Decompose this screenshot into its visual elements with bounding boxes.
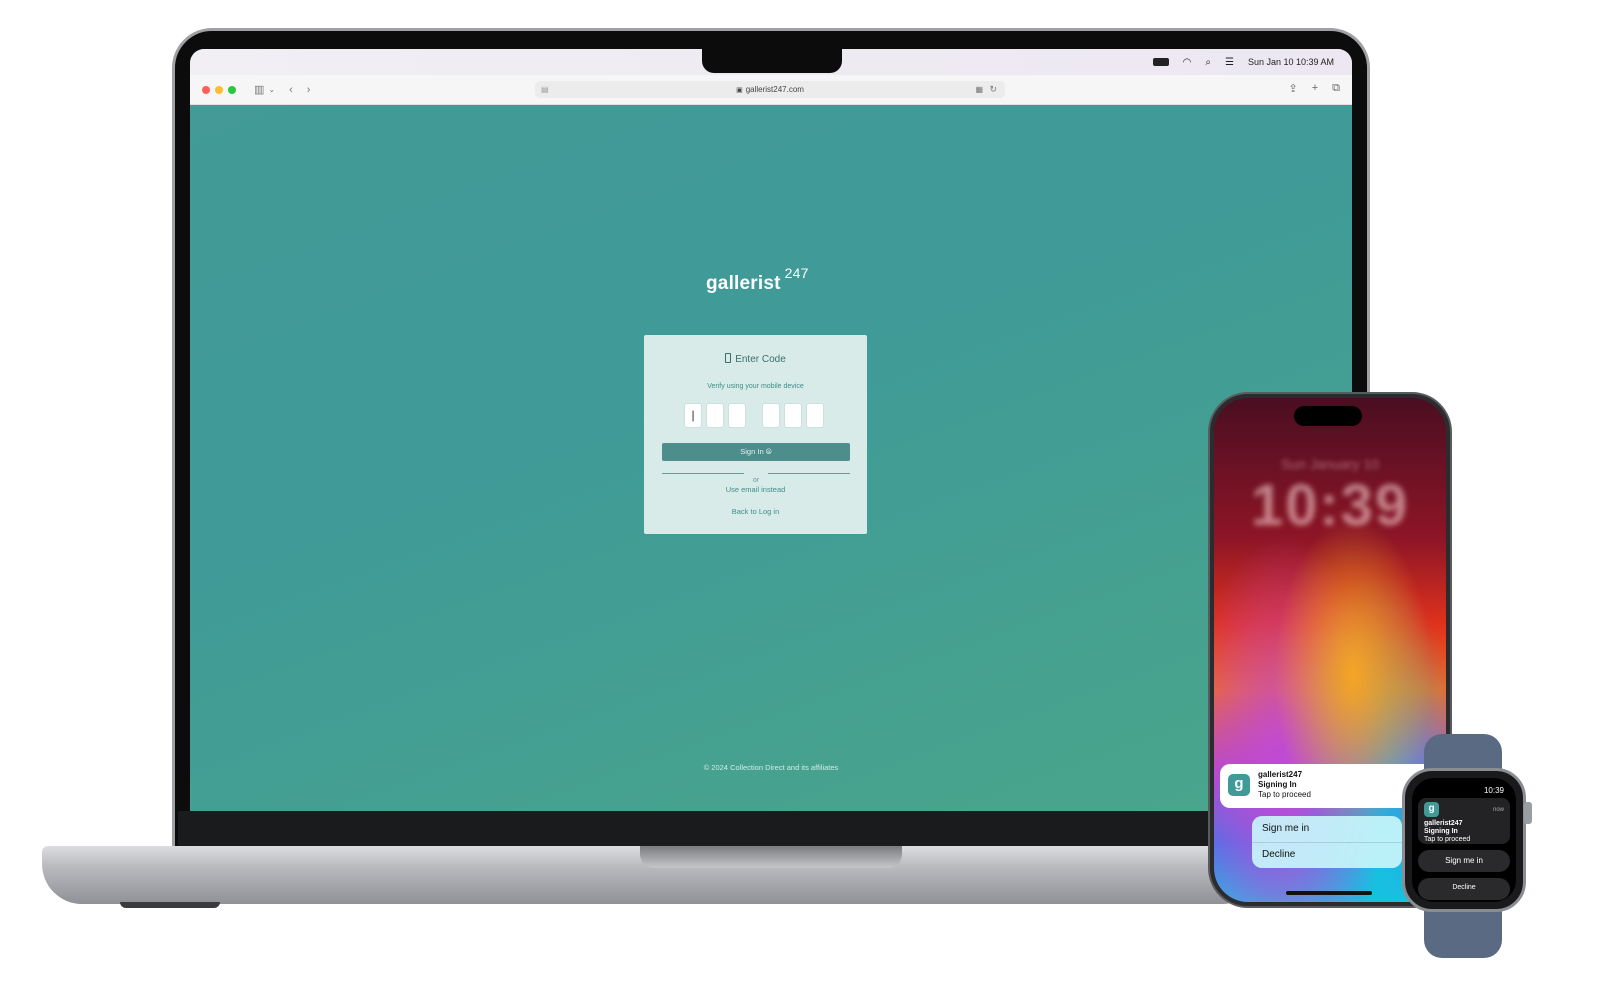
maximize-window-button[interactable]: [228, 85, 236, 94]
code-digit-5[interactable]: [784, 403, 802, 428]
fingerprint-icon: ⦾: [765, 447, 772, 456]
minimize-window-button[interactable]: [215, 85, 223, 94]
sidebar-icon[interactable]: ▥: [254, 83, 264, 96]
close-window-button[interactable]: [202, 85, 210, 94]
notification-body: Tap to proceed: [1258, 790, 1311, 799]
gallerist-app-icon: g: [1228, 774, 1250, 796]
watch-notification-title: Signing In: [1424, 828, 1458, 835]
watch-app-name: gallerist247: [1424, 820, 1463, 827]
code-digit-2[interactable]: [706, 403, 724, 428]
brand-name: gallerist: [706, 273, 781, 294]
laptop-screen: ◠ ⌕ ☰ Sun Jan 10 10:39 AM ▥ ⌄ ‹ › ▤ ▣ ga…: [190, 49, 1352, 811]
address-url: gallerist247.com: [745, 85, 804, 94]
back-to-login-link[interactable]: Back to Log in: [644, 507, 867, 516]
sign-in-button[interactable]: Sign In ⦾: [662, 443, 850, 461]
back-icon[interactable]: ‹: [289, 84, 293, 96]
code-digit-3[interactable]: [728, 403, 746, 428]
page-menu-icon[interactable]: ▤: [541, 85, 549, 94]
notification-actions: Sign me in Decline: [1252, 816, 1402, 868]
lock-screen-time: 10:39: [1250, 473, 1410, 538]
laptop-bezel: [178, 811, 1364, 846]
battery-icon[interactable]: [1152, 58, 1169, 66]
code-input-group: |: [684, 403, 828, 428]
lock-icon: ▣: [736, 86, 743, 94]
tab-overview-icon[interactable]: ⧉: [1332, 82, 1340, 95]
dynamic-island: [1294, 406, 1362, 426]
mobile-phone-icon: [725, 353, 732, 363]
gallerist-app-icon: g: [1424, 802, 1439, 817]
camera-notch: [702, 49, 842, 73]
share-icon[interactable]: ⇪: [1288, 82, 1297, 95]
decline-button[interactable]: Decline: [1262, 849, 1295, 860]
verification-card: Enter Code Verify using your mobile devi…: [644, 335, 867, 534]
translate-icon[interactable]: ▦: [975, 85, 983, 94]
laptop-hinge-notch: [640, 846, 902, 868]
page-footer: © 2024 Collection Direct and its affilia…: [703, 763, 839, 772]
brand-logo: gallerist 247: [706, 265, 809, 295]
or-text: or: [752, 477, 760, 484]
use-email-link[interactable]: Use email instead: [644, 485, 867, 494]
watch-sign-me-in-button[interactable]: Sign me in: [1418, 850, 1510, 872]
lock-screen-date: Sun January 10: [1280, 456, 1380, 472]
forward-icon[interactable]: ›: [307, 84, 311, 96]
code-digit-1[interactable]: |: [684, 403, 702, 428]
control-center-icon[interactable]: ☰: [1225, 57, 1234, 68]
code-digit-4[interactable]: [762, 403, 780, 428]
home-indicator[interactable]: [1286, 891, 1372, 895]
card-title-text: Enter Code: [735, 354, 786, 365]
laptop-foot: [120, 902, 220, 908]
card-subtitle: Verify using your mobile device: [707, 383, 804, 390]
browser-toolbar: ▥ ⌄ ‹ › ▤ ▣ gallerist247.com ▦ ↻ ⇪ + ⧉: [190, 75, 1352, 105]
web-page: gallerist 247 Enter Code Verify using you…: [190, 105, 1352, 811]
sign-me-in-button[interactable]: Sign me in: [1262, 823, 1309, 834]
notification-app-name: gallerist247: [1258, 770, 1303, 779]
address-bar[interactable]: ▤ ▣ gallerist247.com ▦ ↻: [535, 81, 1005, 98]
watch-screen: 10:39 g now gallerist247 Signing In Tap …: [1412, 778, 1516, 902]
watch-notification-body: Tap to proceed: [1424, 836, 1471, 843]
or-divider: or: [662, 469, 850, 484]
notification-title: Signing In: [1258, 780, 1297, 789]
chevron-down-icon[interactable]: ⌄: [268, 85, 275, 94]
new-tab-icon[interactable]: +: [1312, 82, 1318, 95]
code-digit-6[interactable]: [806, 403, 824, 428]
search-icon[interactable]: ⌕: [1205, 57, 1211, 68]
sign-in-label: Sign In: [740, 447, 764, 456]
wifi-icon[interactable]: ◠: [1183, 57, 1192, 68]
menu-bar-clock[interactable]: Sun Jan 10 10:39 AM: [1248, 57, 1334, 67]
brand-superscript: 247: [784, 265, 809, 281]
watch-digital-crown[interactable]: [1524, 802, 1532, 824]
watch-decline-button[interactable]: Decline: [1418, 878, 1510, 900]
watch-time: 10:39: [1483, 786, 1504, 795]
watch-notification-time: now: [1492, 807, 1504, 813]
card-title: Enter Code: [644, 353, 867, 365]
watch-notification[interactable]: g now gallerist247 Signing In Tap to pro…: [1418, 798, 1510, 844]
reload-icon[interactable]: ↻: [989, 84, 997, 95]
